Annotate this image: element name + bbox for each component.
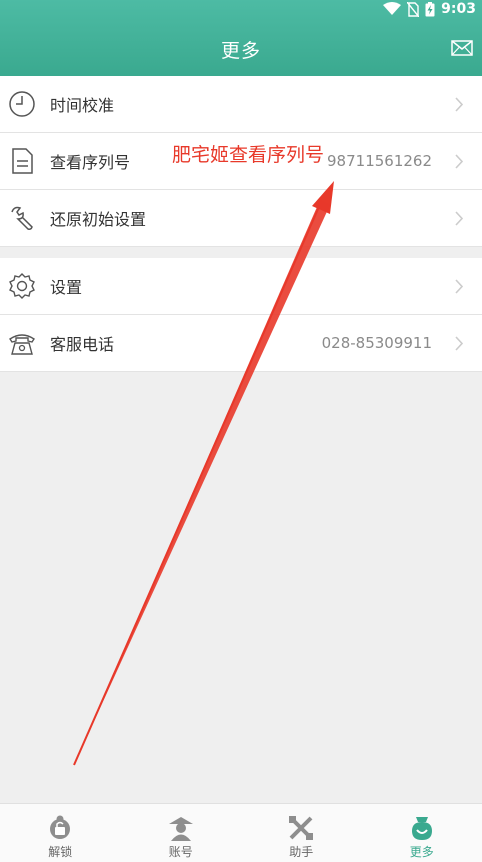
page-title: 更多 <box>220 40 261 62</box>
tab-account[interactable]: 账号 <box>121 804 242 862</box>
menu-item-label: 设置 <box>50 278 83 297</box>
menu-item-label: 时间校准 <box>50 96 115 115</box>
unlock-tab-icon <box>50 815 71 839</box>
status-time: 9:03 <box>441 1 476 17</box>
clock-icon <box>9 91 35 117</box>
chevron-right-icon <box>455 211 464 226</box>
menu-item-time-calibration[interactable]: 时间校准 <box>0 76 482 133</box>
menu-item-factory-reset[interactable]: 还原初始设置 <box>0 190 482 247</box>
menu-group-2: 设置 客服电话 028-85309911 <box>0 258 482 372</box>
annotation-label: 肥宅姬查看序列号 <box>172 144 325 166</box>
menu-item-label: 查看序列号 <box>50 153 131 172</box>
wifi-icon <box>383 2 402 15</box>
tab-assistant[interactable]: 助手 <box>241 804 362 862</box>
phone-number-value: 028-85309911 <box>321 334 432 352</box>
document-icon <box>12 148 33 174</box>
telephone-icon <box>9 334 35 355</box>
menu-item-label: 客服电话 <box>50 335 115 354</box>
tab-label: 助手 <box>289 845 314 859</box>
chevron-right-icon <box>455 336 464 351</box>
mail-icon <box>451 40 473 56</box>
account-tab-icon <box>168 817 193 841</box>
menu-item-customer-service[interactable]: 客服电话 028-85309911 <box>0 315 482 372</box>
menu-item-label: 还原初始设置 <box>50 210 147 229</box>
tab-label: 账号 <box>168 845 193 859</box>
app-header: 9:03 更多 <box>0 0 482 76</box>
battery-charging-icon <box>425 1 435 16</box>
assistant-tab-icon <box>289 816 314 840</box>
chevron-right-icon <box>455 154 464 169</box>
status-bar: 9:03 <box>0 0 482 20</box>
gear-icon <box>9 273 35 299</box>
tab-unlock[interactable]: 解锁 <box>0 804 121 862</box>
chevron-right-icon <box>455 279 464 294</box>
more-tab-icon <box>411 817 432 840</box>
tab-label: 更多 <box>409 845 434 859</box>
bottom-tab-bar: 解锁 账号 助手 更多 <box>0 803 482 862</box>
serial-number-value: 98711561262 <box>327 152 432 170</box>
chevron-right-icon <box>455 97 464 112</box>
menu-item-settings[interactable]: 设置 <box>0 258 482 315</box>
mail-button[interactable] <box>451 40 473 56</box>
tab-label: 解锁 <box>48 845 73 859</box>
tab-more[interactable]: 更多 <box>362 804 482 862</box>
wrench-icon <box>11 206 33 230</box>
no-sim-icon <box>407 1 420 17</box>
